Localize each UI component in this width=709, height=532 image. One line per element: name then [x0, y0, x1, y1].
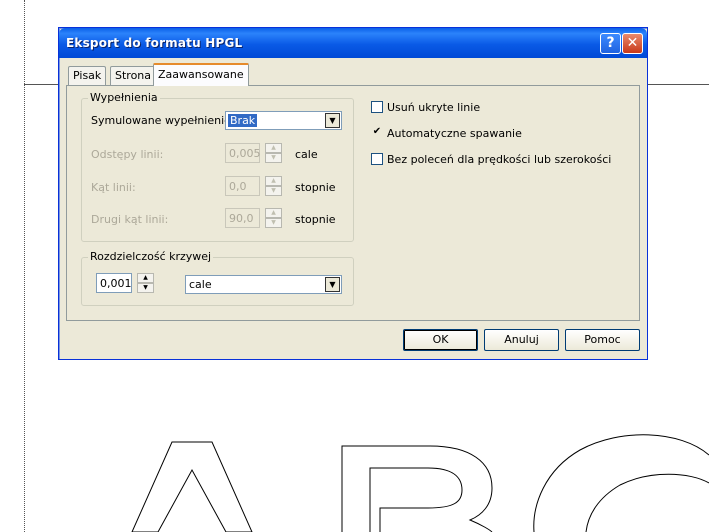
second-angle-spinner[interactable]: ▲ ▼ — [265, 208, 282, 228]
no-speed-width-label[interactable]: Bez poleceń dla prędkości lub szerokości — [387, 153, 611, 166]
simulated-fill-select[interactable]: Brak ▼ — [225, 111, 342, 130]
tab-zaawansowane[interactable]: Zaawansowane — [153, 63, 249, 86]
cancel-button[interactable]: Anuluj — [484, 329, 559, 351]
no-speed-width-checkbox[interactable] — [371, 153, 383, 165]
fill-group-label: Wypełnienia — [88, 91, 160, 104]
dialog-title: Eksport do formatu HPGL — [66, 36, 243, 50]
curve-resolution-input[interactable]: 0,001 — [96, 273, 132, 293]
line-spacing-unit: cale — [295, 148, 318, 161]
ok-button[interactable]: OK — [403, 329, 478, 351]
spin-down-icon[interactable]: ▼ — [265, 186, 282, 196]
curve-resolution-value: 0,001 — [100, 277, 132, 290]
curve-unit-select[interactable]: cale ▼ — [185, 275, 342, 294]
curve-unit-value: cale — [189, 278, 212, 291]
second-angle-input[interactable]: 90,0 — [225, 208, 260, 228]
chevron-down-icon[interactable]: ▼ — [325, 277, 340, 292]
line-angle-value: 0,0 — [229, 180, 247, 193]
tab-panel-advanced: Wypełnienia Symulowane wypełnienie: Brak… — [66, 85, 640, 321]
curve-resolution-group: Rozdzielczość krzywej 0,001 ▲ ▼ cale ▼ — [81, 250, 354, 306]
spin-down-icon[interactable]: ▼ — [265, 153, 282, 163]
fill-group: Wypełnienia Symulowane wypełnienie: Brak… — [81, 91, 354, 242]
help-button[interactable]: Pomoc — [565, 329, 640, 351]
second-angle-label: Drugi kąt linii: — [91, 213, 169, 226]
spin-down-icon[interactable]: ▼ — [137, 283, 154, 293]
spin-up-icon[interactable]: ▲ — [137, 273, 154, 283]
remove-hidden-lines-label[interactable]: Usuń ukryte linie — [387, 101, 480, 114]
line-spacing-spinner[interactable]: ▲ ▼ — [265, 143, 282, 163]
line-angle-unit: stopnie — [295, 181, 336, 194]
export-hpgl-dialog: Eksport do formatu HPGL ? ✕ Pisak Strona… — [58, 27, 648, 360]
auto-welding-checkbox[interactable]: ✔ — [371, 127, 383, 139]
simulated-fill-value: Brak — [228, 114, 258, 127]
spin-up-icon[interactable]: ▲ — [265, 208, 282, 218]
remove-hidden-lines-checkbox[interactable] — [371, 101, 383, 113]
tab-strona[interactable]: Strona — [110, 66, 157, 85]
spin-up-icon[interactable]: ▲ — [265, 143, 282, 153]
curve-resolution-label: Rozdzielczość krzywej — [88, 250, 214, 263]
line-spacing-input[interactable]: 0,005 — [225, 143, 261, 163]
letter-a-outline — [131, 441, 253, 532]
line-spacing-value: 0,005 — [229, 147, 261, 160]
check-icon: ✔ — [372, 126, 382, 137]
line-angle-label: Kąt linii: — [91, 181, 136, 194]
simulated-fill-label: Symulowane wypełnienie: — [91, 114, 235, 127]
title-bar[interactable]: Eksport do formatu HPGL ? ✕ — [59, 28, 647, 58]
spin-up-icon[interactable]: ▲ — [265, 176, 282, 186]
curve-resolution-spinner[interactable]: ▲ ▼ — [137, 273, 154, 293]
close-icon[interactable]: ✕ — [622, 33, 643, 54]
letter-b-outline — [341, 445, 493, 532]
spin-down-icon[interactable]: ▼ — [265, 218, 282, 228]
line-angle-spinner[interactable]: ▲ ▼ — [265, 176, 282, 196]
help-icon[interactable]: ? — [600, 33, 621, 54]
tab-pisak[interactable]: Pisak — [68, 66, 107, 85]
chevron-down-icon[interactable]: ▼ — [325, 113, 340, 128]
second-angle-unit: stopnie — [295, 213, 336, 226]
line-angle-input[interactable]: 0,0 — [225, 176, 260, 196]
letter-c-outline — [533, 434, 709, 532]
line-spacing-label: Odstępy linii: — [91, 148, 164, 161]
second-angle-value: 90,0 — [229, 212, 254, 225]
auto-welding-label[interactable]: Automatyczne spawanie — [387, 127, 522, 140]
